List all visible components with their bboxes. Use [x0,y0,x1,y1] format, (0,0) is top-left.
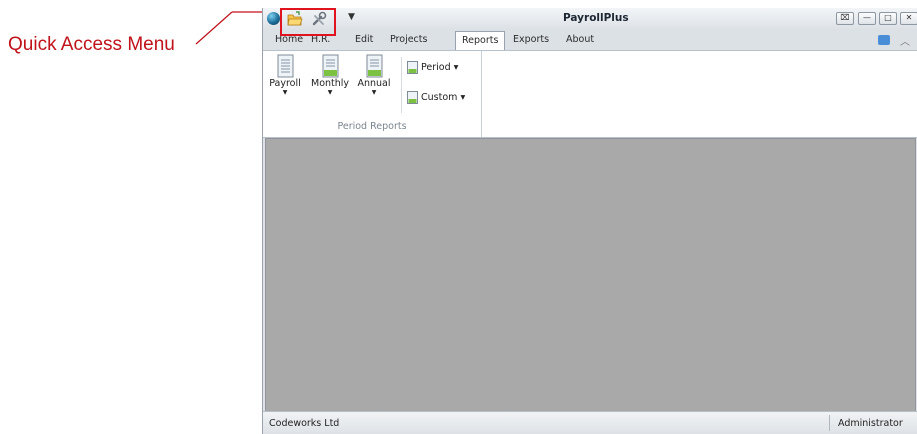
group-label: Period Reports [337,121,407,132]
payroll-report-button[interactable]: Payroll ▼ [269,54,301,97]
period-label: Period ▾ [421,62,459,73]
status-company: Codeworks Ltd [269,418,340,429]
custom-report-button[interactable]: Custom ▾ [407,91,465,107]
period-reports-group: Payroll ▼ Monthly ▼ Annual ▼ Period ▾ Cu… [263,51,482,137]
document-small-icon [407,61,418,74]
close-button[interactable]: ✕ [900,12,917,25]
annotation-label: Quick Access Menu [8,34,175,55]
minimize-button[interactable]: — [858,12,876,25]
ribbon-collapse-icon[interactable]: ︿ [900,33,910,48]
ribbon-panel: Payroll ▼ Monthly ▼ Annual ▼ Period ▾ Cu… [263,50,917,138]
ribbon-tabs: Home H.R. Edit Projects Reports Exports … [263,30,917,50]
monthly-label: Monthly [311,78,350,89]
document-green-icon [366,54,382,78]
custom-label: Custom ▾ [421,92,466,103]
quick-access-highlight [280,8,336,36]
app-orb-icon[interactable] [267,12,280,25]
app-window: ▼ PayrollPlus ⌧ — □ ✕ Home H.R. Edit Pro… [262,8,917,434]
payroll-label: Payroll [269,78,301,89]
tab-hr[interactable]: H.R. [311,34,330,50]
tab-edit[interactable]: Edit [355,34,373,50]
maximize-button[interactable]: □ [879,12,897,25]
annual-report-button[interactable]: Annual ▼ [357,54,391,97]
tab-exports[interactable]: Exports [513,34,549,50]
window-title: PayrollPlus [563,12,629,24]
period-report-button[interactable]: Period ▾ [407,61,458,77]
restore-alt-button[interactable]: ⌧ [836,12,854,25]
chevron-down-icon: ▼ [371,89,377,96]
quick-access-customize-button[interactable]: ▼ [348,12,355,22]
status-divider [829,415,830,431]
annual-label: Annual [357,78,391,89]
document-green-icon [322,54,338,78]
ribbon-separator [401,57,402,113]
tab-about[interactable]: About [566,34,594,50]
tab-home[interactable]: Home [275,34,303,50]
workspace-area[interactable] [265,138,916,413]
status-user: Administrator [838,418,903,429]
chevron-down-icon: ▼ [282,89,288,96]
help-icon[interactable] [878,35,890,45]
chevron-down-icon: ▼ [327,89,333,96]
monthly-report-button[interactable]: Monthly ▼ [311,54,349,97]
tab-projects[interactable]: Projects [390,34,427,50]
document-icon [277,54,293,78]
tab-reports[interactable]: Reports [455,31,506,50]
status-bar: Codeworks Ltd Administrator [263,411,917,434]
title-bar: ▼ PayrollPlus ⌧ — □ ✕ [263,8,917,30]
document-small-icon [407,91,418,104]
